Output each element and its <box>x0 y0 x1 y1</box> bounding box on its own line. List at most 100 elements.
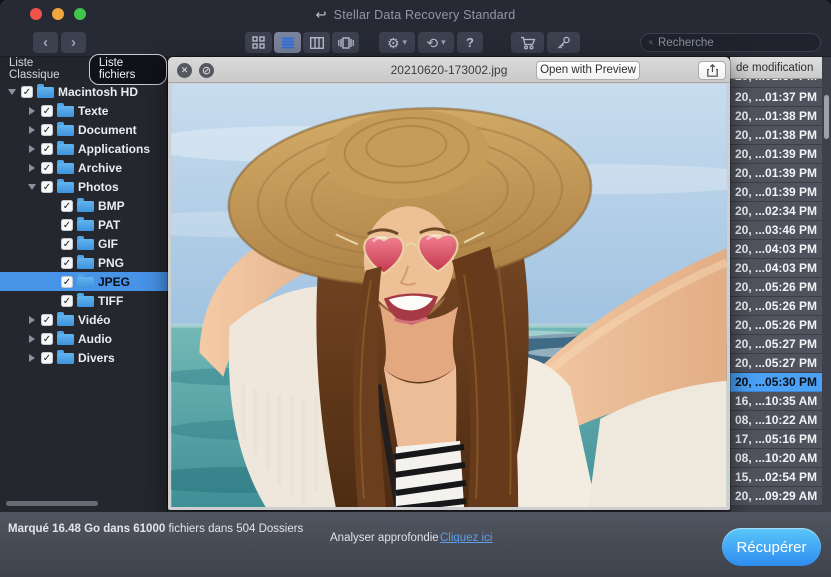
date-row[interactable]: 20, ...05:30 PM <box>730 373 822 392</box>
date-column-header[interactable]: de modification <box>730 57 822 79</box>
disclosure-triangle-icon[interactable] <box>26 316 37 324</box>
date-row[interactable]: 20, ...01:38 PM <box>730 126 822 145</box>
list-view-button[interactable] <box>274 32 301 53</box>
folder-checkbox[interactable]: ✓ <box>61 295 73 307</box>
date-row[interactable]: 20, ...05:26 PM <box>730 316 822 335</box>
folder-checkbox[interactable]: ✓ <box>61 200 73 212</box>
folder-icon <box>77 258 94 269</box>
tree-item-applications[interactable]: ✓Applications <box>0 139 168 158</box>
tab-liste-classique[interactable]: Liste Classique <box>9 57 80 81</box>
history-icon: ⟲ <box>426 36 438 50</box>
folder-checkbox[interactable]: ✓ <box>41 314 53 326</box>
disclosure-triangle-icon[interactable] <box>26 145 37 153</box>
horizontal-scrollbar[interactable] <box>6 501 98 506</box>
share-button[interactable] <box>698 61 726 80</box>
disclosure-triangle-icon[interactable] <box>26 107 37 115</box>
date-row[interactable]: 20, ...04:03 PM <box>730 240 822 259</box>
disclosure-triangle-icon[interactable] <box>6 89 17 95</box>
folder-checkbox[interactable]: ✓ <box>21 86 33 98</box>
disclosure-triangle-icon[interactable] <box>26 354 37 362</box>
folder-checkbox[interactable]: ✓ <box>41 162 53 174</box>
help-button[interactable]: ? <box>457 32 483 53</box>
share-icon <box>707 64 718 77</box>
folder-checkbox[interactable]: ✓ <box>41 105 53 117</box>
column-view-button[interactable] <box>303 32 330 53</box>
disclosure-triangle-icon[interactable] <box>26 184 37 190</box>
tree-item-archive[interactable]: ✓Archive <box>0 158 168 177</box>
folder-icon <box>77 201 94 212</box>
date-row[interactable]: 08, ...10:22 AM <box>730 411 822 430</box>
vertical-scrollbar[interactable] <box>824 95 829 139</box>
tree-item-jpeg[interactable]: ✓ JPEG <box>0 272 168 291</box>
date-row[interactable]: 20, ...05:27 PM <box>730 335 822 354</box>
date-row[interactable]: 20, ...09:29 AM <box>730 487 822 506</box>
tree-item-texte[interactable]: ✓Texte <box>0 101 168 120</box>
tree-item-macintosh-hd[interactable]: ✓Macintosh HD <box>0 82 168 101</box>
recover-button[interactable]: Récupérer <box>722 528 821 566</box>
folder-checkbox[interactable]: ✓ <box>41 124 53 136</box>
disclosure-triangle-icon[interactable] <box>26 164 37 172</box>
forward-button[interactable]: › <box>61 32 86 53</box>
deep-scan-link[interactable]: Cliquez ici <box>440 532 492 544</box>
folder-icon <box>57 353 74 364</box>
date-row[interactable]: 16, ...10:35 AM <box>730 392 822 411</box>
folder-checkbox[interactable]: ✓ <box>41 333 53 345</box>
tree-item-gif[interactable]: ✓ GIF <box>0 234 168 253</box>
date-row[interactable]: 20, ...05:27 PM <box>730 354 822 373</box>
date-row[interactable]: 20, ...01:39 PM <box>730 145 822 164</box>
sidebar: Liste Classique Liste fichiers ✓Macintos… <box>0 57 168 512</box>
open-with-preview-button[interactable]: Open with Preview <box>536 61 640 80</box>
date-row[interactable]: 20, ...01:37 PM <box>730 88 822 107</box>
tree-item-vidéo[interactable]: ✓Vidéo <box>0 310 168 329</box>
tree-item-label: Photos <box>78 180 119 194</box>
folder-tree: ✓Macintosh HD✓Texte✓Document✓Application… <box>0 82 168 367</box>
date-row[interactable]: 20, ...01:38 PM <box>730 107 822 126</box>
date-row[interactable]: 20, ...01:39 PM <box>730 183 822 202</box>
gear-icon: ⚙ <box>387 36 400 50</box>
search-input[interactable] <box>658 37 812 49</box>
modification-date-panel: de modification 20, ...01:37 PM20, ...01… <box>730 57 831 512</box>
main-toolbar: ‹ › ⚙▾ ⟲▾ ? <box>0 28 831 57</box>
tree-item-bmp[interactable]: ✓BMP <box>0 196 168 215</box>
folder-checkbox[interactable]: ✓ <box>61 219 73 231</box>
tree-item-label: JPEG <box>98 275 130 289</box>
tree-item-png[interactable]: ✓PNG <box>0 253 168 272</box>
date-row[interactable]: 20, ...05:26 PM <box>730 297 822 316</box>
shopping-cart-icon <box>520 36 536 50</box>
date-row[interactable]: 20, ...03:46 PM <box>730 221 822 240</box>
tree-item-photos[interactable]: ✓ Photos <box>0 177 168 196</box>
folder-checkbox[interactable]: ✓ <box>41 143 53 155</box>
disclosure-triangle-icon[interactable] <box>26 126 37 134</box>
activation-key-button[interactable] <box>547 32 580 53</box>
tree-item-tiff[interactable]: ✓TIFF <box>0 291 168 310</box>
folder-checkbox[interactable]: ✓ <box>41 352 53 364</box>
date-row-clipped[interactable]: 20, ...01:37 PM <box>730 79 822 88</box>
folder-checkbox[interactable]: ✓ <box>61 238 73 250</box>
date-row[interactable]: 20, ...05:26 PM <box>730 278 822 297</box>
folder-checkbox[interactable]: ✓ <box>41 181 53 193</box>
date-row[interactable]: 20, ...02:34 PM <box>730 202 822 221</box>
disclosure-triangle-icon[interactable] <box>26 335 37 343</box>
date-row[interactable]: 17, ...05:16 PM <box>730 430 822 449</box>
folder-icon <box>57 334 74 345</box>
tree-item-document[interactable]: ✓Document <box>0 120 168 139</box>
tree-item-pat[interactable]: ✓PAT <box>0 215 168 234</box>
back-button[interactable]: ‹ <box>33 32 58 53</box>
tree-item-audio[interactable]: ✓Audio <box>0 329 168 348</box>
settings-dropdown-button[interactable]: ⚙▾ <box>379 32 415 53</box>
tree-item-divers[interactable]: ✓Divers <box>0 348 168 367</box>
grid-view-button[interactable] <box>245 32 272 53</box>
buy-button[interactable] <box>511 32 544 53</box>
folder-checkbox[interactable]: ✓ <box>61 276 73 288</box>
folder-checkbox[interactable]: ✓ <box>61 257 73 269</box>
date-row[interactable]: 20, ...01:39 PM <box>730 164 822 183</box>
date-row[interactable]: 08, ...10:20 AM <box>730 449 822 468</box>
resume-recovery-dropdown-button[interactable]: ⟲▾ <box>418 32 454 53</box>
date-row[interactable]: 15, ...02:54 PM <box>730 468 822 487</box>
deep-scan-label: Analyser approfondie <box>330 532 439 544</box>
tree-item-label: GIF <box>98 237 118 251</box>
tab-liste-fichiers[interactable]: Liste fichiers <box>89 54 167 85</box>
coverflow-view-button[interactable] <box>332 32 359 53</box>
search-field[interactable] <box>640 33 821 52</box>
date-row[interactable]: 20, ...04:03 PM <box>730 259 822 278</box>
